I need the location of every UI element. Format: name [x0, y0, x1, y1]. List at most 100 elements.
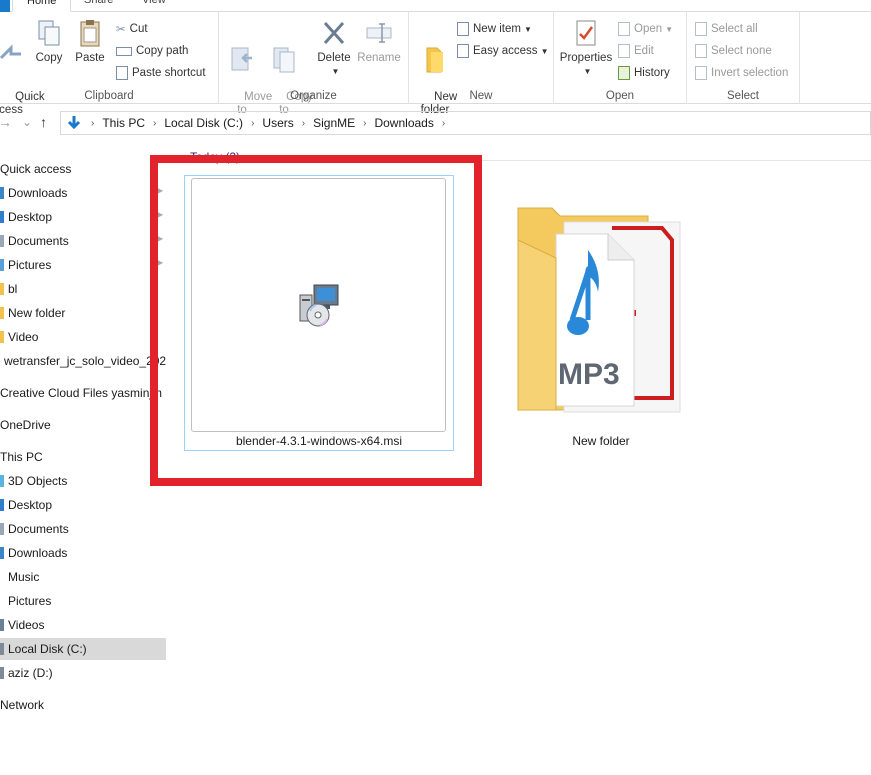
breadcrumb-separator-icon[interactable]: › — [442, 118, 445, 129]
folder-icon — [0, 283, 4, 295]
breadcrumb-downloads[interactable]: Downloads — [374, 116, 433, 130]
ribbon: Quick cess Copy Paste ✂ Cut Copy path Pa… — [0, 12, 871, 116]
edit-label: Edit — [634, 45, 654, 57]
nav-desktop[interactable]: Desktop — [0, 494, 166, 516]
open-icon — [618, 22, 630, 36]
delete-button[interactable]: Delete ▼ — [315, 18, 353, 78]
nav-label: New folder — [8, 306, 66, 320]
properties-dropdown-icon[interactable]: ▼ — [561, 65, 614, 78]
properties-button[interactable]: Properties ▼ — [558, 18, 614, 78]
nav-qa-video[interactable]: Video — [0, 326, 166, 348]
file-tab[interactable] — [0, 0, 10, 12]
nav-label: Documents — [8, 234, 69, 248]
tab-home[interactable]: Home — [12, 0, 72, 12]
recent-dropdown-icon[interactable]: ⌄ — [22, 115, 32, 129]
documents-icon — [0, 235, 4, 247]
open-button[interactable]: Open ▼ — [618, 20, 673, 38]
easy-access-label: Easy access — [473, 45, 538, 57]
desktop-icon — [0, 211, 4, 223]
new-item-label: New item — [473, 23, 521, 35]
up-arrow-icon[interactable]: ↑ — [40, 114, 47, 130]
paste-shortcut-button[interactable]: Paste shortcut — [116, 64, 206, 82]
properties-label: Properties — [559, 52, 613, 64]
nav-pictures[interactable]: Pictures — [0, 590, 166, 612]
drive-icon — [0, 667, 4, 679]
tab-view[interactable]: View — [142, 0, 166, 12]
easy-access-button[interactable]: Easy access ▼ — [457, 42, 548, 60]
paste-button[interactable]: Paste — [72, 18, 108, 65]
nav-qa-bl[interactable]: bl — [0, 278, 166, 300]
nav-qa-wetransfer[interactable]: wetransfer_jc_solo_video_2024 — [0, 350, 166, 372]
invert-selection-button[interactable]: Invert selection — [695, 64, 788, 82]
music-icon — [0, 571, 4, 583]
nav-quick-access[interactable]: Quick access — [0, 158, 166, 180]
nav-qa-documents[interactable]: Documents — [0, 230, 166, 252]
nav-label: Pictures — [8, 258, 52, 272]
nav-onedrive[interactable]: OneDrive — [0, 414, 166, 436]
open-dropdown-icon: ▼ — [665, 24, 674, 34]
organize-group: Move to Copy to Delete ▼ Rename Organize — [219, 12, 409, 116]
nav-this-pc[interactable]: This PC — [0, 446, 166, 468]
nav-label: Downloads — [8, 186, 68, 200]
delete-dropdown-icon[interactable]: ▼ — [318, 65, 353, 78]
svg-text:MP3: MP3 — [558, 358, 620, 391]
cut-button[interactable]: ✂ Cut — [116, 20, 148, 38]
nav-documents[interactable]: Documents — [0, 518, 166, 540]
select-all-button[interactable]: Select all — [695, 20, 758, 38]
nav-downloads[interactable]: Downloads — [0, 542, 166, 564]
paste-shortcut-icon — [116, 66, 128, 80]
delete-x-icon — [323, 21, 345, 45]
nav-qa-new-folder[interactable]: New folder — [0, 302, 166, 324]
copy-button[interactable]: Copy — [32, 18, 66, 65]
nav-creative-cloud[interactable]: Creative Cloud Files yasminjm — [0, 382, 166, 404]
breadcrumb-signme[interactable]: SignME — [313, 116, 355, 130]
nav-qa-pictures[interactable]: Pictures — [0, 254, 166, 276]
breadcrumb[interactable]: › This PC › Local Disk (C:) › Users › Si… — [60, 111, 871, 135]
folder-tile-new-folder[interactable]: MP3 — [512, 200, 702, 415]
new-item-button[interactable]: New item ▼ — [457, 20, 532, 38]
nav-music[interactable]: Music — [0, 566, 166, 588]
desktop-icon — [0, 499, 4, 511]
invert-selection-icon — [695, 66, 707, 80]
copy-path-button[interactable]: Copy path — [116, 42, 188, 60]
move-to-icon — [231, 47, 252, 71]
breadcrumb-separator-icon[interactable]: › — [251, 118, 254, 129]
select-all-label: Select all — [711, 23, 758, 35]
nav-label: Documents — [8, 522, 69, 536]
breadcrumb-separator-icon[interactable]: › — [302, 118, 305, 129]
delete-label: Delete — [317, 52, 351, 64]
forward-arrow-icon[interactable]: → — [0, 114, 12, 130]
nav-qa-downloads[interactable]: Downloads — [0, 182, 166, 204]
clipboard-group: Quick cess Copy Paste ✂ Cut Copy path Pa… — [0, 12, 219, 116]
breadcrumb-this-pc[interactable]: This PC — [102, 116, 145, 130]
nav-videos[interactable]: Videos — [0, 614, 166, 636]
nav-qa-desktop[interactable]: Desktop — [0, 206, 166, 228]
nav-local-disk[interactable]: Local Disk (C:) — [0, 638, 166, 660]
nav-aziz-drive[interactable]: aziz (D:) — [0, 662, 166, 684]
breadcrumb-local-disk[interactable]: Local Disk (C:) — [164, 116, 243, 130]
select-group: Select all Select none Invert selection … — [687, 12, 800, 104]
nav-label: aziz (D:) — [8, 666, 53, 680]
pin-icon — [0, 44, 21, 60]
edit-button[interactable]: Edit — [618, 42, 654, 60]
breadcrumb-separator-icon[interactable]: › — [91, 118, 94, 129]
downloads-icon — [0, 547, 4, 559]
breadcrumb-users[interactable]: Users — [262, 116, 293, 130]
breadcrumb-separator-icon[interactable]: › — [153, 118, 156, 129]
breadcrumb-separator-icon[interactable]: › — [363, 118, 366, 129]
rename-button[interactable]: Rename — [355, 18, 403, 65]
downloads-location-icon — [67, 116, 81, 130]
select-none-button[interactable]: Select none — [695, 42, 772, 60]
nav-label: Desktop — [8, 210, 53, 224]
open-group: Properties ▼ Open ▼ Edit History Open — [554, 12, 687, 104]
nav-network[interactable]: Network — [0, 694, 166, 716]
nav-label: bl — [8, 282, 18, 296]
folder-name-label[interactable]: New folder — [540, 434, 662, 448]
new-group: New folder New item ▼ Easy access ▼ New — [409, 12, 554, 116]
nav-label: Music — [8, 570, 40, 584]
tab-share[interactable]: Share — [84, 0, 113, 12]
nav-label: Quick access — [0, 162, 72, 176]
select-all-icon — [695, 22, 707, 36]
history-button[interactable]: History — [618, 64, 670, 82]
nav-3d-objects[interactable]: 3D Objects — [0, 470, 166, 492]
